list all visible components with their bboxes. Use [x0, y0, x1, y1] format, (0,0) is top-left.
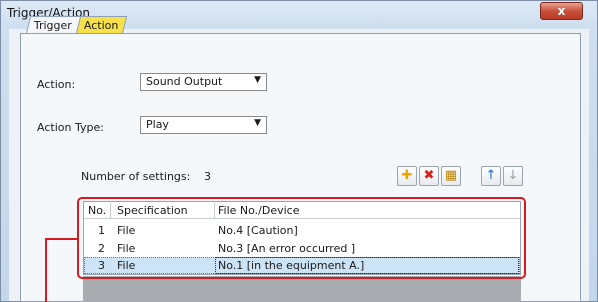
copy-icon: ▦	[444, 168, 458, 183]
settings-count-label: Number of settings:	[81, 170, 191, 183]
highlight-box	[77, 197, 526, 279]
action-select-value: Sound Output	[146, 75, 223, 88]
copy-button[interactable]: ▦	[441, 166, 461, 186]
action-type-label: Action Type:	[37, 121, 104, 134]
chevron-down-icon: ▼	[254, 75, 261, 85]
callout-line	[45, 238, 47, 302]
move-down-icon: ↓	[507, 168, 519, 183]
action-select[interactable]: Sound Output ▼	[140, 73, 267, 91]
action-type-select[interactable]: Play ▼	[140, 116, 267, 134]
action-label: Action:	[37, 78, 76, 91]
add-button[interactable]: ✚	[397, 166, 417, 186]
move-up-icon: ↑	[485, 168, 497, 183]
chevron-down-icon: ▼	[254, 118, 261, 128]
tab-action[interactable]: Action	[75, 16, 128, 34]
delete-button[interactable]: ✖	[419, 166, 439, 186]
delete-icon: ✖	[423, 168, 435, 183]
move-up-button[interactable]: ↑	[481, 166, 501, 186]
callout-line	[45, 238, 78, 240]
add-icon: ✚	[401, 168, 413, 183]
settings-count-value: 3	[204, 170, 211, 183]
tab-trigger[interactable]: Trigger	[25, 16, 83, 34]
tab-action-label: Action	[83, 19, 119, 32]
move-down-button[interactable]: ↓	[503, 166, 523, 186]
detail-area	[83, 276, 521, 302]
tab-trigger-label: Trigger	[33, 19, 72, 32]
action-type-select-value: Play	[146, 118, 169, 131]
close-button[interactable]: x	[540, 2, 583, 20]
